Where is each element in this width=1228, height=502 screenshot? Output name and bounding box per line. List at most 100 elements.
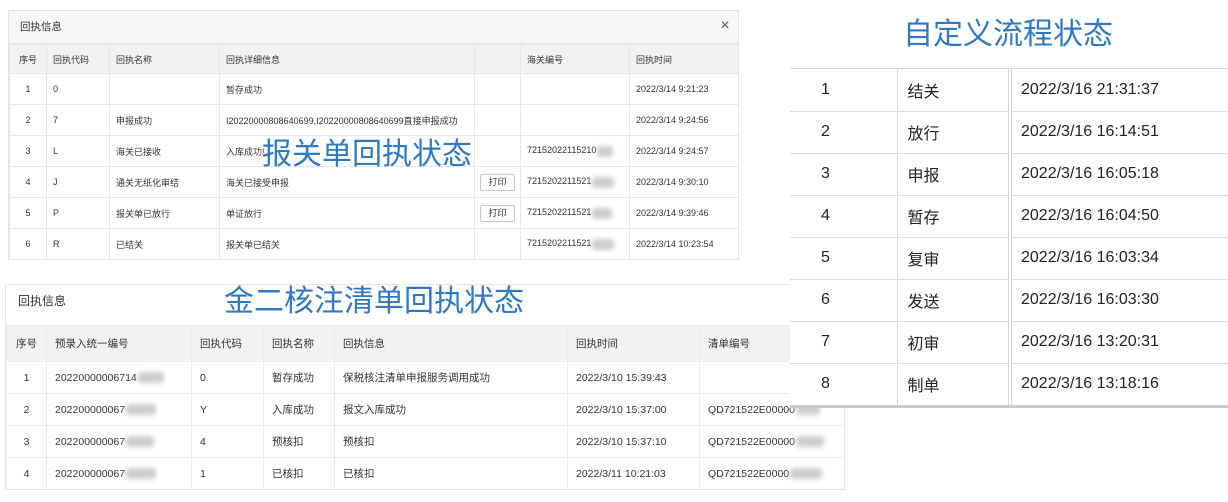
cell-time: 2022/3/16 16:04:50 <box>1008 195 1228 238</box>
cell-time: 2022/3/16 16:05:18 <box>1008 153 1228 196</box>
inventory-receipt-caption: 金二核注清单回执状态 <box>224 284 524 319</box>
cell-list-no: QD721522E00000 <box>699 425 844 458</box>
customs-no-text: 72152022115210 <box>527 145 597 156</box>
table-row: 1 20220000006714 0 暂存成功 保税核注清单申报服务调用成功 2… <box>6 361 844 394</box>
cell-action <box>474 135 521 167</box>
cell-no: 6 <box>790 279 897 322</box>
redaction-blur <box>126 404 157 416</box>
cell-status: 申报 <box>896 153 1010 196</box>
header-pre-entry-no: 预录入统一编号 <box>46 325 192 362</box>
cell-status: 发送 <box>896 279 1010 322</box>
cell-customs-no: 7215202211521 <box>520 228 630 259</box>
cell-customs-no <box>520 104 630 136</box>
table-row: 5 P 报关单已放行 单证放行 打印 7215202211521 2022/3/… <box>9 197 738 229</box>
cell-no: 5 <box>790 237 897 280</box>
cell-time: 2022/3/16 13:18:16 <box>1008 363 1228 405</box>
cell-receipt-code: Y <box>191 393 264 426</box>
table-row: 2 放行 2022/3/16 16:14:51 <box>790 111 1228 154</box>
cell-pre-entry-no: 202200000067 <box>46 457 192 489</box>
cell-receipt-name: 已核扣 <box>263 457 335 489</box>
redaction-blur <box>597 145 614 157</box>
cell-status: 放行 <box>896 111 1010 154</box>
cell-time: 2022/3/16 13:20:31 <box>1008 321 1228 364</box>
cell-receipt-time: 2022/3/10 15:37:00 <box>567 393 700 426</box>
cell-no: 1 <box>6 361 47 394</box>
cell-receipt-code: J <box>46 166 110 198</box>
cell-receipt-name: 暂存成功 <box>263 361 335 394</box>
header-receipt-time: 回执时间 <box>567 325 700 362</box>
cell-no: 4 <box>9 166 47 198</box>
cell-status: 复审 <box>896 237 1010 280</box>
cell-customs-no: 7215202211521 <box>520 166 630 198</box>
table-row: 6 R 已结关 报关单已结关 7215202211521 2022/3/14 1… <box>9 228 738 259</box>
cell-no: 1 <box>9 73 47 105</box>
cell-no: 6 <box>9 228 47 259</box>
custom-flow-panel: 1 结关 2022/3/16 21:31:37 2 放行 2022/3/16 1… <box>790 68 1228 408</box>
cell-no: 4 <box>790 195 897 238</box>
cell-receipt-name: 预核扣 <box>263 425 335 458</box>
customs-receipt-caption: 报关单回执状态 <box>262 137 472 172</box>
cell-action: 打印 <box>474 197 521 229</box>
header-receipt-code: 回执代码 <box>191 325 264 362</box>
table-row: 2 7 申报成功 I20220000808640699,I20220000808… <box>9 104 738 136</box>
table-row: 7 初审 2022/3/16 13:20:31 <box>790 321 1228 364</box>
table-row: 1 0 暂存成功 2022/3/14 9:21:23 <box>9 73 738 105</box>
cell-time: 2022/3/16 16:03:34 <box>1008 237 1228 280</box>
customs-no-text: 7215202211521 <box>527 176 592 187</box>
table-row: 3 申报 2022/3/16 16:05:18 <box>790 153 1228 196</box>
pre-entry-no-text: 20220000006714 <box>55 371 137 384</box>
cell-action <box>474 228 521 259</box>
redaction-blur <box>796 436 824 448</box>
cell-receipt-info: 预核扣 <box>334 425 568 458</box>
cell-receipt-info: 已核扣 <box>334 457 568 489</box>
cell-receipt-code: 0 <box>191 361 264 394</box>
cell-customs-no: 72152022115210 <box>520 135 630 167</box>
table-row: 1 结关 2022/3/16 21:31:37 <box>790 69 1228 112</box>
cell-receipt-time: 2022/3/14 10:23:54 <box>629 228 738 259</box>
header-no: 序号 <box>6 325 47 362</box>
cell-no: 8 <box>790 363 897 405</box>
header-receipt-detail: 回执详细信息 <box>219 44 475 74</box>
header-receipt-time: 回执时间 <box>629 44 738 74</box>
header-receipt-code: 回执代码 <box>46 44 110 74</box>
close-icon[interactable]: × <box>715 11 735 43</box>
custom-flow-caption: 自定义流程状态 <box>903 17 1113 52</box>
table-row: 3 202200000067 4 预核扣 预核扣 2022/3/10 15:37… <box>6 425 844 458</box>
cell-no: 2 <box>6 393 47 426</box>
cell-pre-entry-no: 202200000067 <box>46 425 192 458</box>
cell-receipt-name <box>109 73 220 105</box>
cell-receipt-time: 2022/3/14 9:24:56 <box>629 104 738 136</box>
cell-status: 暂存 <box>896 195 1010 238</box>
print-button[interactable]: 打印 <box>480 173 515 191</box>
cell-receipt-code: P <box>46 197 110 229</box>
cell-time: 2022/3/16 16:03:30 <box>1008 279 1228 322</box>
cell-no: 3 <box>790 153 897 196</box>
redaction-blur <box>137 372 164 384</box>
cell-receipt-code: R <box>46 228 110 259</box>
cell-customs-no <box>520 73 630 105</box>
redaction-blur <box>126 468 157 480</box>
print-button[interactable]: 打印 <box>480 204 515 222</box>
header-action <box>474 44 521 74</box>
cell-no: 2 <box>9 104 47 136</box>
cell-receipt-code: 7 <box>46 104 110 136</box>
cell-receipt-time: 2022/3/10 15:39:43 <box>567 361 700 394</box>
cell-receipt-detail: I20220000808640699,I20220000808640699直接申… <box>219 104 475 136</box>
cell-no: 7 <box>790 321 897 364</box>
pre-entry-no-text: 202200000067 <box>55 467 126 480</box>
cell-no: 1 <box>790 69 897 112</box>
cell-status: 初审 <box>896 321 1010 364</box>
redaction-blur <box>592 207 613 219</box>
cell-time: 2022/3/16 16:14:51 <box>1008 111 1228 154</box>
redaction-blur <box>126 436 155 448</box>
cell-action <box>474 73 521 105</box>
cell-customs-no: 7215202211521 <box>520 197 630 229</box>
customs-receipt-titlebar: 回执信息 × <box>9 11 738 44</box>
pre-entry-no-text: 202200000067 <box>55 403 126 416</box>
cell-no: 5 <box>9 197 47 229</box>
cell-no: 4 <box>6 457 47 489</box>
customs-no-text: 7215202211521 <box>527 207 592 218</box>
cell-receipt-time: 2022/3/14 9:24:57 <box>629 135 738 167</box>
header-no: 序号 <box>9 44 47 74</box>
table-row: 2 202200000067 Y 入库成功 报文入库成功 2022/3/10 1… <box>6 393 844 426</box>
